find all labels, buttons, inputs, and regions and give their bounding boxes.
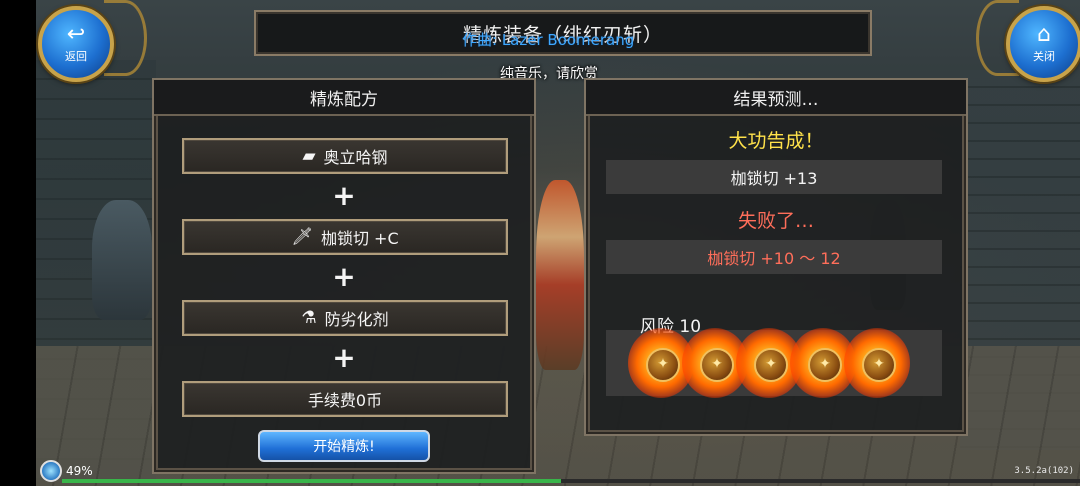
progress-bar: [62, 479, 1080, 483]
player-character: [536, 180, 584, 370]
game-scene: ↩ 返回 ⌂ 关闭 精炼装备（绯红刃斩） 作曲: Lazer Boomerang…: [0, 0, 1080, 486]
back-button-label: 返回: [65, 50, 87, 63]
material-slot-weapon[interactable]: 🗡 枷锁切 +C: [182, 219, 508, 255]
potion-icon: ⚗: [301, 308, 317, 328]
back-arrow-icon: ↩: [66, 22, 86, 47]
battery-icon: [40, 460, 62, 482]
risk-emblem-icon: ✦: [646, 348, 680, 382]
plus-sign: +: [332, 260, 356, 293]
ore-icon: ▰: [302, 146, 316, 166]
material-slot-potion[interactable]: ⚗ 防劣化剂: [182, 300, 508, 336]
material-label: 枷锁切 +C: [320, 229, 399, 248]
success-title: 大功告成！: [728, 130, 824, 152]
back-button[interactable]: ↩ 返回: [38, 6, 114, 82]
risk-flame-icon: ✦: [844, 328, 910, 398]
result-panel: 结果预测… 大功告成！ 枷锁切 +13 失败了… 枷锁切 +10 ～ 12 风险…: [584, 78, 968, 436]
plus-sign: +: [332, 179, 356, 212]
progress-fill: [62, 479, 561, 483]
success-item-label: 枷锁切 +13: [730, 169, 818, 188]
close-button[interactable]: ⌂ 关闭: [1006, 6, 1080, 82]
start-refine-label: 开始精炼!: [313, 439, 375, 455]
version-label: 3.5.2a(102): [1014, 466, 1074, 476]
song-credit-overlay: 作曲: Lazer Boomerang: [462, 31, 635, 49]
material-label: 奥立哈钢: [323, 148, 388, 167]
risk-emblem-icon: ✦: [700, 348, 734, 382]
screen-edge: [0, 0, 36, 486]
material-slot-ore[interactable]: ▰ 奥立哈钢: [182, 138, 508, 174]
recipe-panel: 精炼配方 ▰ 奥立哈钢 + 🗡 枷锁切 +C + ⚗ 防劣化剂 + 手续费0币 …: [152, 78, 536, 474]
sword-icon: 🗡: [291, 227, 313, 247]
plus-sign: +: [332, 341, 356, 374]
fail-title: 失败了…: [737, 210, 814, 232]
fail-item-label: 枷锁切 +10 ～ 12: [707, 249, 841, 268]
fail-result-box: 枷锁切 +10 ～ 12: [606, 240, 942, 274]
battery-percent: 49%: [66, 464, 93, 478]
material-label: 防劣化剂: [324, 310, 389, 329]
result-panel-title: 结果预测…: [586, 80, 966, 116]
home-icon: ⌂: [1037, 22, 1051, 47]
risk-emblem-icon: ✦: [754, 348, 788, 382]
fee-label: 手续费0币: [307, 391, 383, 410]
close-button-label: 关闭: [1033, 50, 1055, 63]
recipe-panel-title: 精炼配方: [154, 80, 534, 116]
risk-emblem-icon: ✦: [862, 348, 896, 382]
guard-character: [92, 200, 152, 320]
success-result-box: 枷锁切 +13: [606, 160, 942, 194]
fee-slot: 手续费0币: [182, 381, 508, 417]
start-refine-button[interactable]: 开始精炼!: [258, 430, 430, 462]
risk-emblem-icon: ✦: [808, 348, 842, 382]
